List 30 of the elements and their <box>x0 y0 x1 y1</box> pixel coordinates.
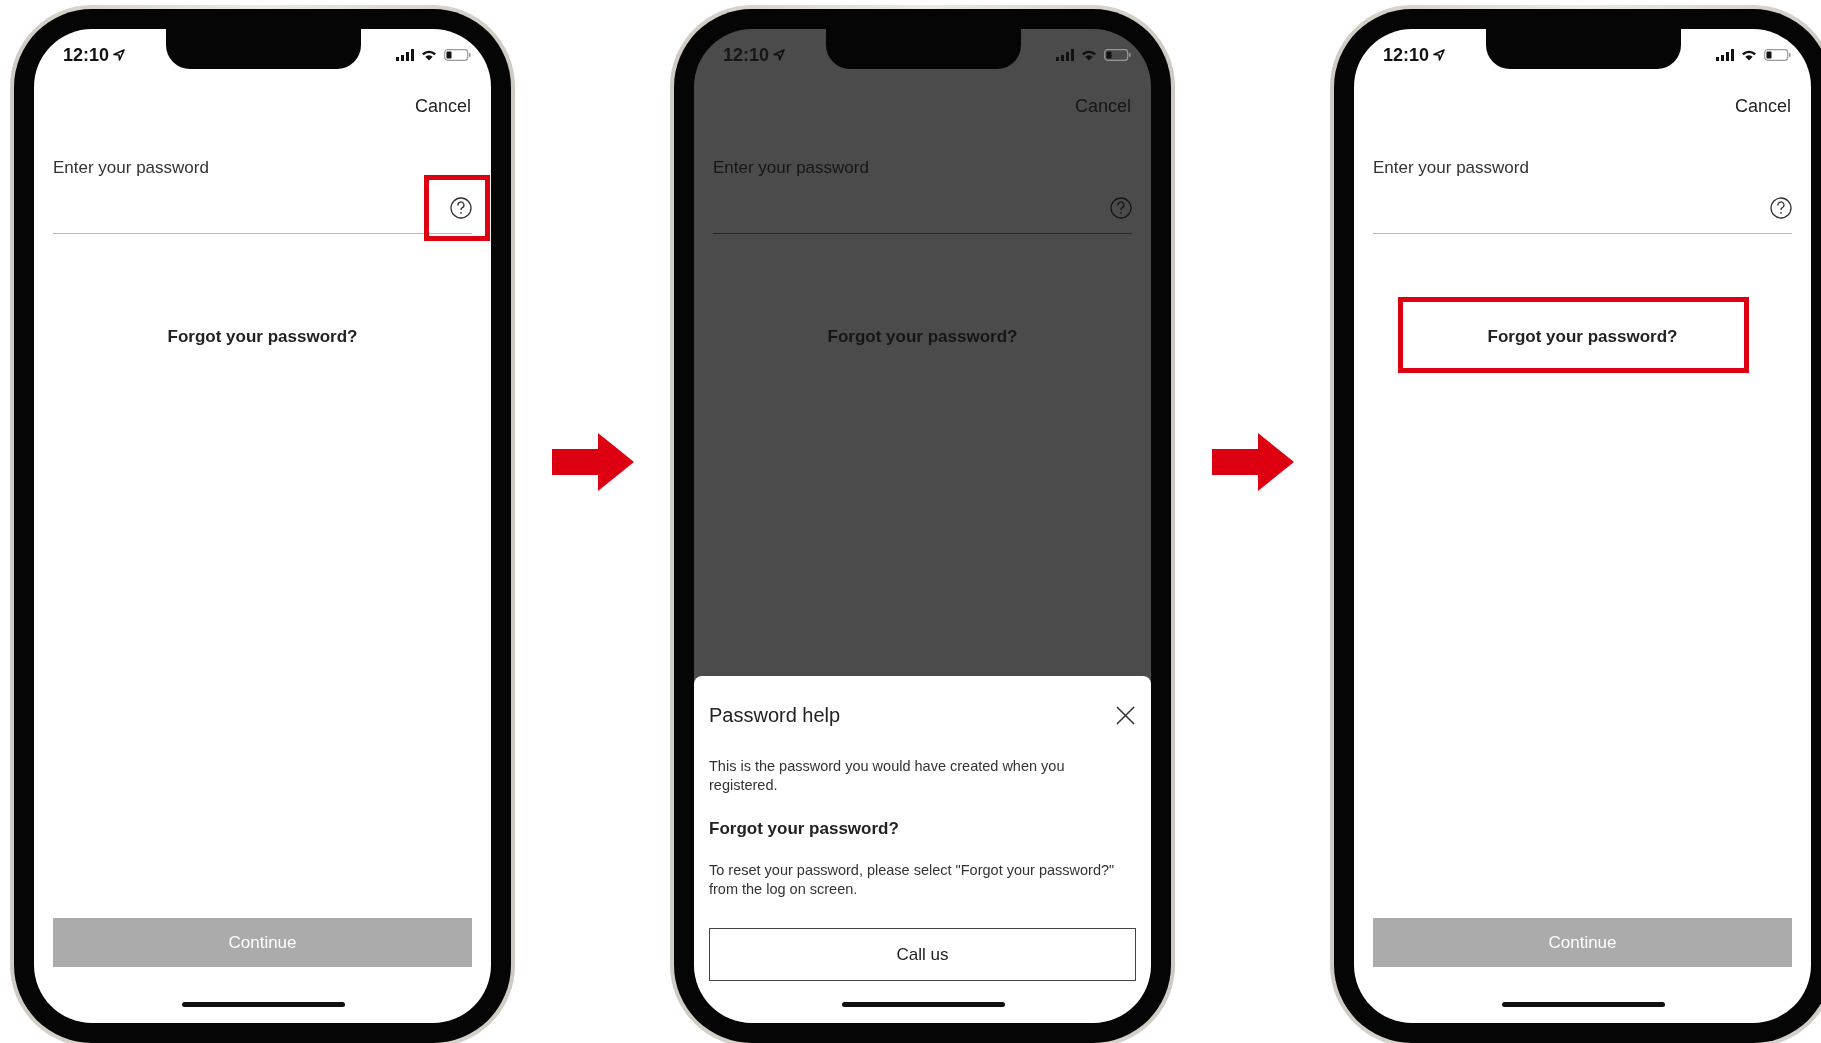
signal-icon <box>1056 49 1074 61</box>
right-arrow-icon <box>551 433 634 491</box>
battery-icon <box>444 49 471 61</box>
forgot-password-link[interactable]: Forgot your password? <box>1487 327 1678 347</box>
status-time: 12:10 <box>1383 44 1430 66</box>
sheet-title: Password help <box>709 704 841 727</box>
location-arrow-icon <box>113 49 126 61</box>
sheet-text: This is the password you would have created when you registered. <box>709 757 1066 795</box>
battery-icon <box>1764 49 1791 61</box>
signal-icon <box>396 49 414 61</box>
field-label: Enter your password <box>1373 158 1530 178</box>
forgot-password-link[interactable]: Forgot your password? <box>167 327 358 347</box>
location-arrow-icon <box>773 49 786 61</box>
cancel-button[interactable]: Cancel <box>1734 96 1791 117</box>
help-icon[interactable] <box>450 196 472 219</box>
sheet-heading: Forgot your password? <box>709 819 900 839</box>
wifi-icon <box>421 49 437 61</box>
status-time: 12:10 <box>63 44 110 66</box>
wifi-icon <box>1741 49 1757 61</box>
cancel-button[interactable]: Cancel <box>414 96 471 117</box>
wifi-icon <box>1081 49 1097 61</box>
close-icon[interactable] <box>1116 706 1135 725</box>
battery-icon <box>1104 49 1131 61</box>
location-arrow-icon <box>1433 49 1446 61</box>
signal-icon <box>1716 49 1734 61</box>
right-arrow-icon <box>1211 433 1294 491</box>
field-label: Enter your password <box>53 158 210 178</box>
sheet-text: To reset your password, please select "Forgot your password?" from the log on screen. <box>709 861 1116 899</box>
call-us-button[interactable]: Call us <box>709 928 1136 981</box>
help-icon[interactable] <box>1770 196 1792 219</box>
